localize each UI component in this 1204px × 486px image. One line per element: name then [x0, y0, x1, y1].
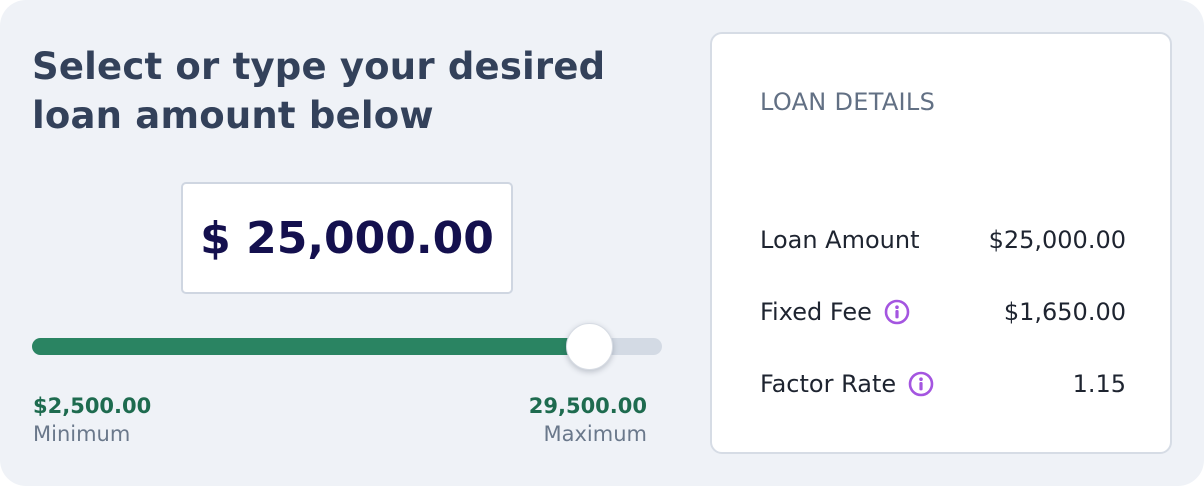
loan-selector-card: Select or type your desired loan amount …	[0, 0, 1204, 486]
slider-min-caption: Minimum	[33, 422, 131, 446]
loan-details-title: LOAN DETAILS	[760, 88, 936, 116]
slider-max-caption: Maximum	[543, 422, 647, 446]
loan-amount-row: Loan Amount $25,000.00	[760, 226, 1126, 254]
factor-rate-label-wrap: Factor Rate	[760, 370, 934, 398]
loan-amount-box[interactable]	[181, 182, 513, 294]
slider-fill	[32, 338, 590, 355]
slider-min-value: $2,500.00	[33, 394, 152, 418]
slider-max-value: 29,500.00	[528, 394, 647, 418]
fixed-fee-value: $1,650.00	[1003, 298, 1126, 326]
loan-amount-label-wrap: Loan Amount	[760, 226, 920, 254]
page-title: Select or type your desired loan amount …	[32, 45, 606, 137]
slider-handle[interactable]	[565, 323, 613, 370]
fixed-fee-label: Fixed Fee	[760, 298, 872, 326]
info-icon[interactable]	[884, 299, 910, 325]
loan-details-panel: LOAN DETAILS Loan Amount $25,000.00 Fixe…	[710, 32, 1172, 454]
factor-rate-label: Factor Rate	[760, 370, 897, 398]
factor-rate-value: 1.15	[1072, 370, 1126, 398]
info-icon[interactable]	[908, 371, 934, 397]
loan-amount-value: $25,000.00	[988, 226, 1126, 254]
loan-amount-label: Loan Amount	[760, 226, 920, 254]
fixed-fee-label-wrap: Fixed Fee	[760, 298, 910, 326]
factor-rate-row: Factor Rate 1.15	[760, 370, 1126, 398]
slider-max-label: 29,500.00 Maximum	[529, 392, 647, 448]
loan-amount-input[interactable]	[197, 212, 497, 264]
fixed-fee-row: Fixed Fee $1,650.00	[760, 298, 1126, 326]
slider-min-label: $2,500.00 Minimum	[33, 392, 151, 448]
